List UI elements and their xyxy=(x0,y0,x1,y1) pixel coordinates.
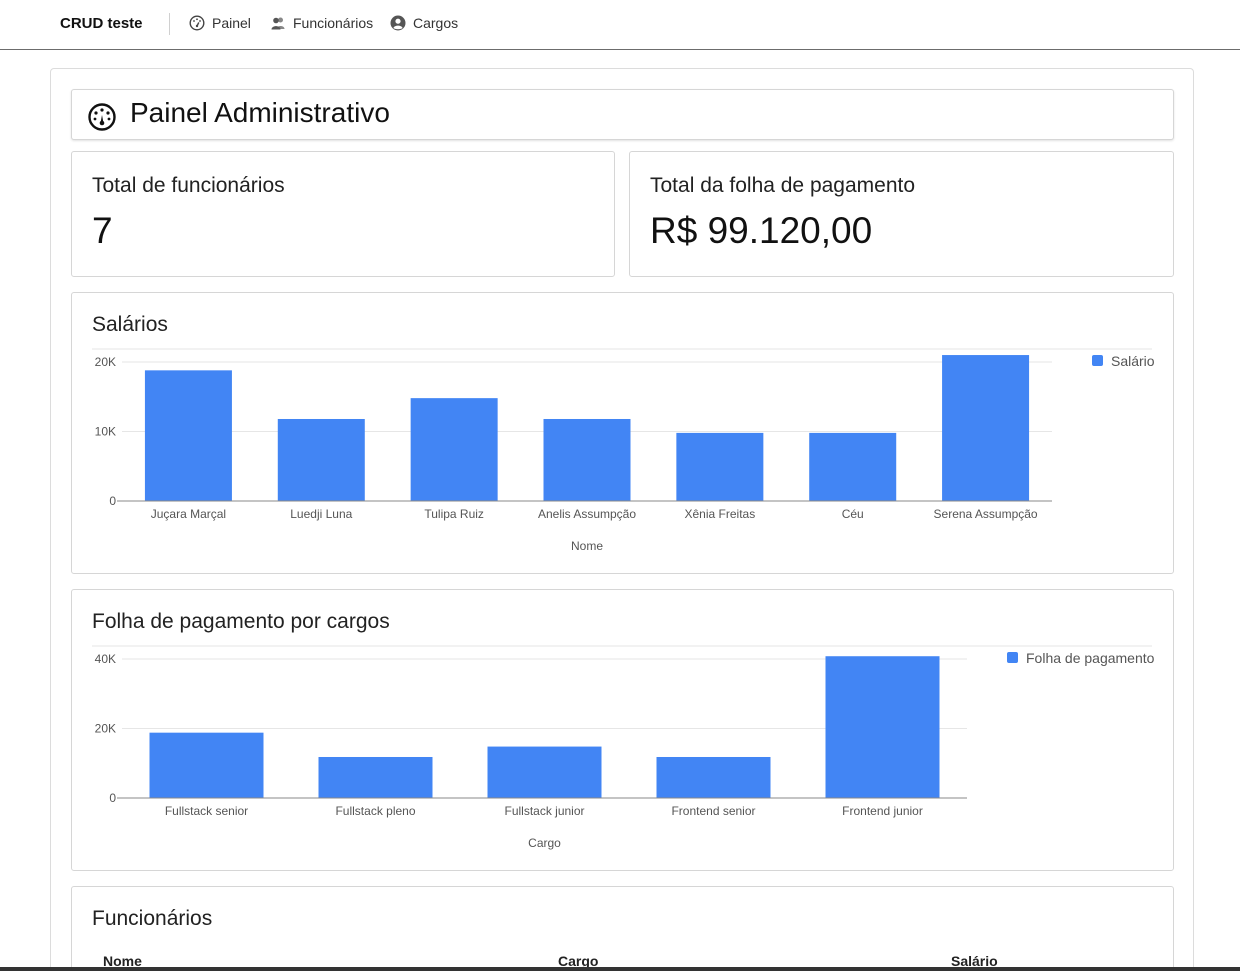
bar xyxy=(809,432,897,501)
x-tick-label: Tulipa Ruiz xyxy=(424,507,484,521)
x-tick-label: Xênia Freitas xyxy=(685,507,756,521)
legend-label: Folha de pagamento xyxy=(1026,650,1155,666)
x-tick-label: Fullstack junior xyxy=(504,804,584,818)
y-tick-label: 0 xyxy=(109,494,116,508)
stat-card-payroll: Total da folha de pagamento R$ 99.120,00 xyxy=(629,151,1174,277)
nav-link-label: Painel xyxy=(212,15,251,31)
page-title: Painel Administrativo xyxy=(130,97,390,128)
nav-link-funcionarios[interactable]: Funcionários xyxy=(270,15,373,31)
nav-link-label: Cargos xyxy=(413,15,459,31)
legend-swatch xyxy=(1092,355,1103,366)
navbar: CRUD teste Painel Funcionários Cargos xyxy=(0,0,1240,50)
stat-value: 7 xyxy=(92,210,113,251)
chart-card-salarios: Salários 0 10K 20K Juçara Marçal Luedji Luna… xyxy=(71,292,1174,574)
x-tick-label: Juçara Marçal xyxy=(151,507,226,521)
nav-divider xyxy=(169,13,170,35)
bar xyxy=(144,370,232,501)
bar xyxy=(487,746,602,798)
dashboard-icon xyxy=(88,103,116,131)
stat-card-employees: Total de funcionários 7 xyxy=(71,151,615,277)
nav-link-painel[interactable]: Painel xyxy=(189,15,251,31)
bar xyxy=(149,732,264,798)
payroll-by-role-chart: 0 20K 40K Fullstack senior Fullstack pleno Fu… xyxy=(92,645,1155,850)
user-circle-icon xyxy=(390,15,406,31)
x-tick-label: Luedji Luna xyxy=(290,507,352,521)
y-tick-label: 10K xyxy=(95,425,116,439)
stat-label: Total de funcionários xyxy=(92,174,285,197)
x-tick-label: Fullstack pleno xyxy=(335,804,415,818)
stat-label: Total da folha de pagamento xyxy=(650,174,916,197)
y-tick-label: 20K xyxy=(95,355,116,369)
nav-link-cargos[interactable]: Cargos xyxy=(390,15,458,31)
bar xyxy=(825,656,940,798)
main-container: Painel Administrativo Total de funcionár… xyxy=(50,68,1194,971)
bar xyxy=(543,418,631,501)
legend-swatch xyxy=(1007,652,1018,663)
x-axis-label: Cargo xyxy=(528,836,561,850)
nav-link-label: Funcionários xyxy=(293,15,374,31)
x-tick-label: Serena Assumpção xyxy=(934,507,1038,521)
x-tick-label: Frontend junior xyxy=(842,804,923,818)
bar xyxy=(410,398,498,501)
bar xyxy=(676,432,764,501)
y-tick-label: 40K xyxy=(95,652,116,666)
stat-value: R$ 99.120,00 xyxy=(650,210,873,251)
users-icon xyxy=(271,17,285,30)
dashboard-icon xyxy=(189,15,205,31)
bar xyxy=(318,756,433,798)
salary-chart: 0 10K 20K Juçara Marçal Luedji Luna Tulipa Ru… xyxy=(92,348,1155,553)
bar xyxy=(942,355,1030,501)
page-header: Painel Administrativo xyxy=(71,89,1174,140)
bar xyxy=(277,418,365,501)
bar xyxy=(656,756,771,798)
x-tick-label: Fullstack senior xyxy=(165,804,248,818)
x-axis-label: Nome xyxy=(571,539,603,553)
chart-card-folha-cargos: Folha de pagamento por cargos 0 20K 40K Ful… xyxy=(71,589,1174,871)
table-title: Funcionários xyxy=(92,907,213,930)
x-tick-label: Anelis Assumpção xyxy=(538,507,636,521)
y-tick-label: 0 xyxy=(109,791,116,805)
x-tick-label: Céu xyxy=(842,507,864,521)
employees-table-card: Funcionários Nome Cargo Salário xyxy=(71,886,1174,971)
y-tick-label: 20K xyxy=(95,722,116,736)
legend-label: Salário xyxy=(1111,353,1155,369)
bottom-scrollbar[interactable] xyxy=(0,967,1240,971)
brand[interactable]: CRUD teste xyxy=(60,15,143,32)
x-tick-label: Frontend senior xyxy=(671,804,755,818)
